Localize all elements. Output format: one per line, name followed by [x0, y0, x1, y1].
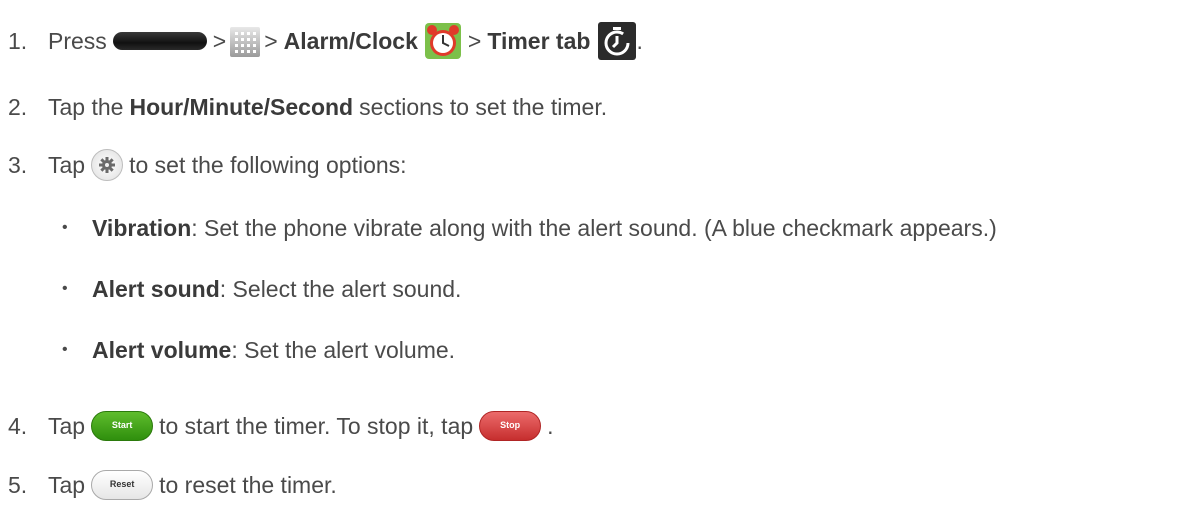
step-5: 5. Tap Reset to reset the timer. — [0, 470, 337, 500]
tap-text: Tap — [48, 472, 86, 498]
step-number: 3. — [8, 152, 28, 178]
bullet: • — [62, 280, 68, 297]
stop-button[interactable]: Stop — [479, 411, 542, 441]
step-text: sections to set the timer. — [359, 94, 608, 120]
step-4: 4. Tap Start to start the timer. To stop… — [0, 411, 554, 441]
option-term: Alert volume — [92, 337, 232, 363]
tap-text: Tap — [48, 152, 86, 178]
step-text: to set the following options: — [129, 152, 407, 178]
gear-icon — [91, 149, 124, 181]
option-desc: : Set the phone vibrate along with the a… — [191, 215, 997, 241]
option-alert-volume: • Alert volume : Set the alert volume. — [62, 335, 455, 365]
hour-term: Hour — [129, 94, 184, 120]
step-2: 2. Tap the Hour / Minute / Second sectio… — [0, 92, 607, 122]
option-desc: : Select the alert sound. — [219, 276, 462, 302]
minute-term: Minute — [189, 94, 264, 120]
step-3: 3. Tap to set the following options: — [0, 149, 407, 181]
separator: > — [467, 28, 482, 54]
tap-text: Tap — [48, 413, 86, 439]
alarm-clock-icon — [424, 22, 462, 60]
option-vibration: • Vibration : Set the phone vibrate alon… — [62, 213, 997, 243]
step-number: 4. — [8, 413, 28, 439]
option-alert-sound: • Alert sound : Select the alert sound. — [62, 274, 461, 304]
step-number: 2. — [8, 94, 28, 120]
step-number: 5. — [8, 472, 28, 498]
step-text: to start the timer. To stop it, tap — [159, 413, 474, 439]
reset-button[interactable]: Reset — [91, 470, 154, 500]
period: . — [547, 413, 554, 439]
step-number: 1. — [8, 28, 28, 54]
option-term: Alert sound — [92, 276, 220, 302]
option-term: Vibration — [92, 215, 192, 241]
step-1: 1. Press > > Alarm/Clock > Timer tab . — [0, 22, 643, 60]
timer-tab-icon — [598, 22, 637, 60]
tab-name: Timer tab — [487, 28, 591, 54]
separator: > — [212, 28, 227, 54]
press-text: Press — [48, 28, 107, 54]
tap-text: Tap the — [48, 94, 124, 120]
separator: > — [264, 28, 278, 54]
step-text: to reset the timer. — [159, 472, 337, 498]
option-desc: : Set the alert volume. — [231, 337, 456, 363]
period: . — [636, 28, 643, 54]
home-key-icon — [112, 32, 207, 50]
app-name: Alarm/Clock — [283, 28, 418, 54]
bullet: • — [62, 341, 68, 358]
second-term: Second — [270, 94, 354, 120]
bullet: • — [62, 219, 68, 236]
apps-icon — [230, 27, 261, 57]
start-button[interactable]: Start — [91, 411, 154, 441]
